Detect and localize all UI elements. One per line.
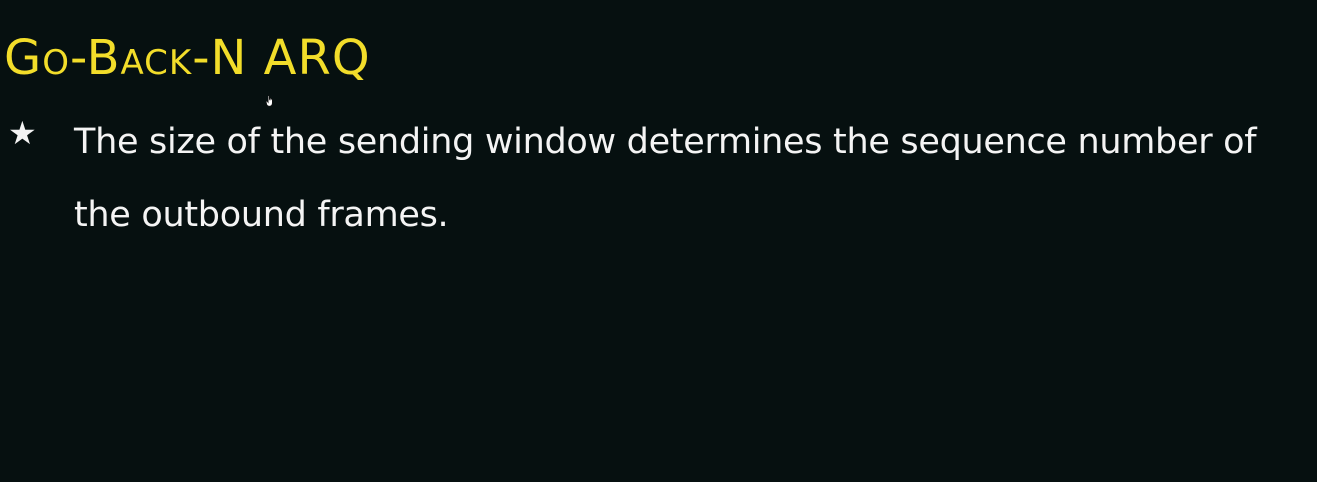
slide-title: Go-Back-N ARQ [4, 30, 371, 86]
bullet-text: The size of the sending window determine… [74, 122, 1257, 235]
slide: Go-Back-N ARQ ★ The size of the sending … [0, 0, 1317, 482]
hand-cursor-icon [266, 95, 273, 107]
star-icon: ★ [8, 114, 37, 152]
bullet-item: ★ The size of the sending window determi… [0, 104, 1317, 254]
